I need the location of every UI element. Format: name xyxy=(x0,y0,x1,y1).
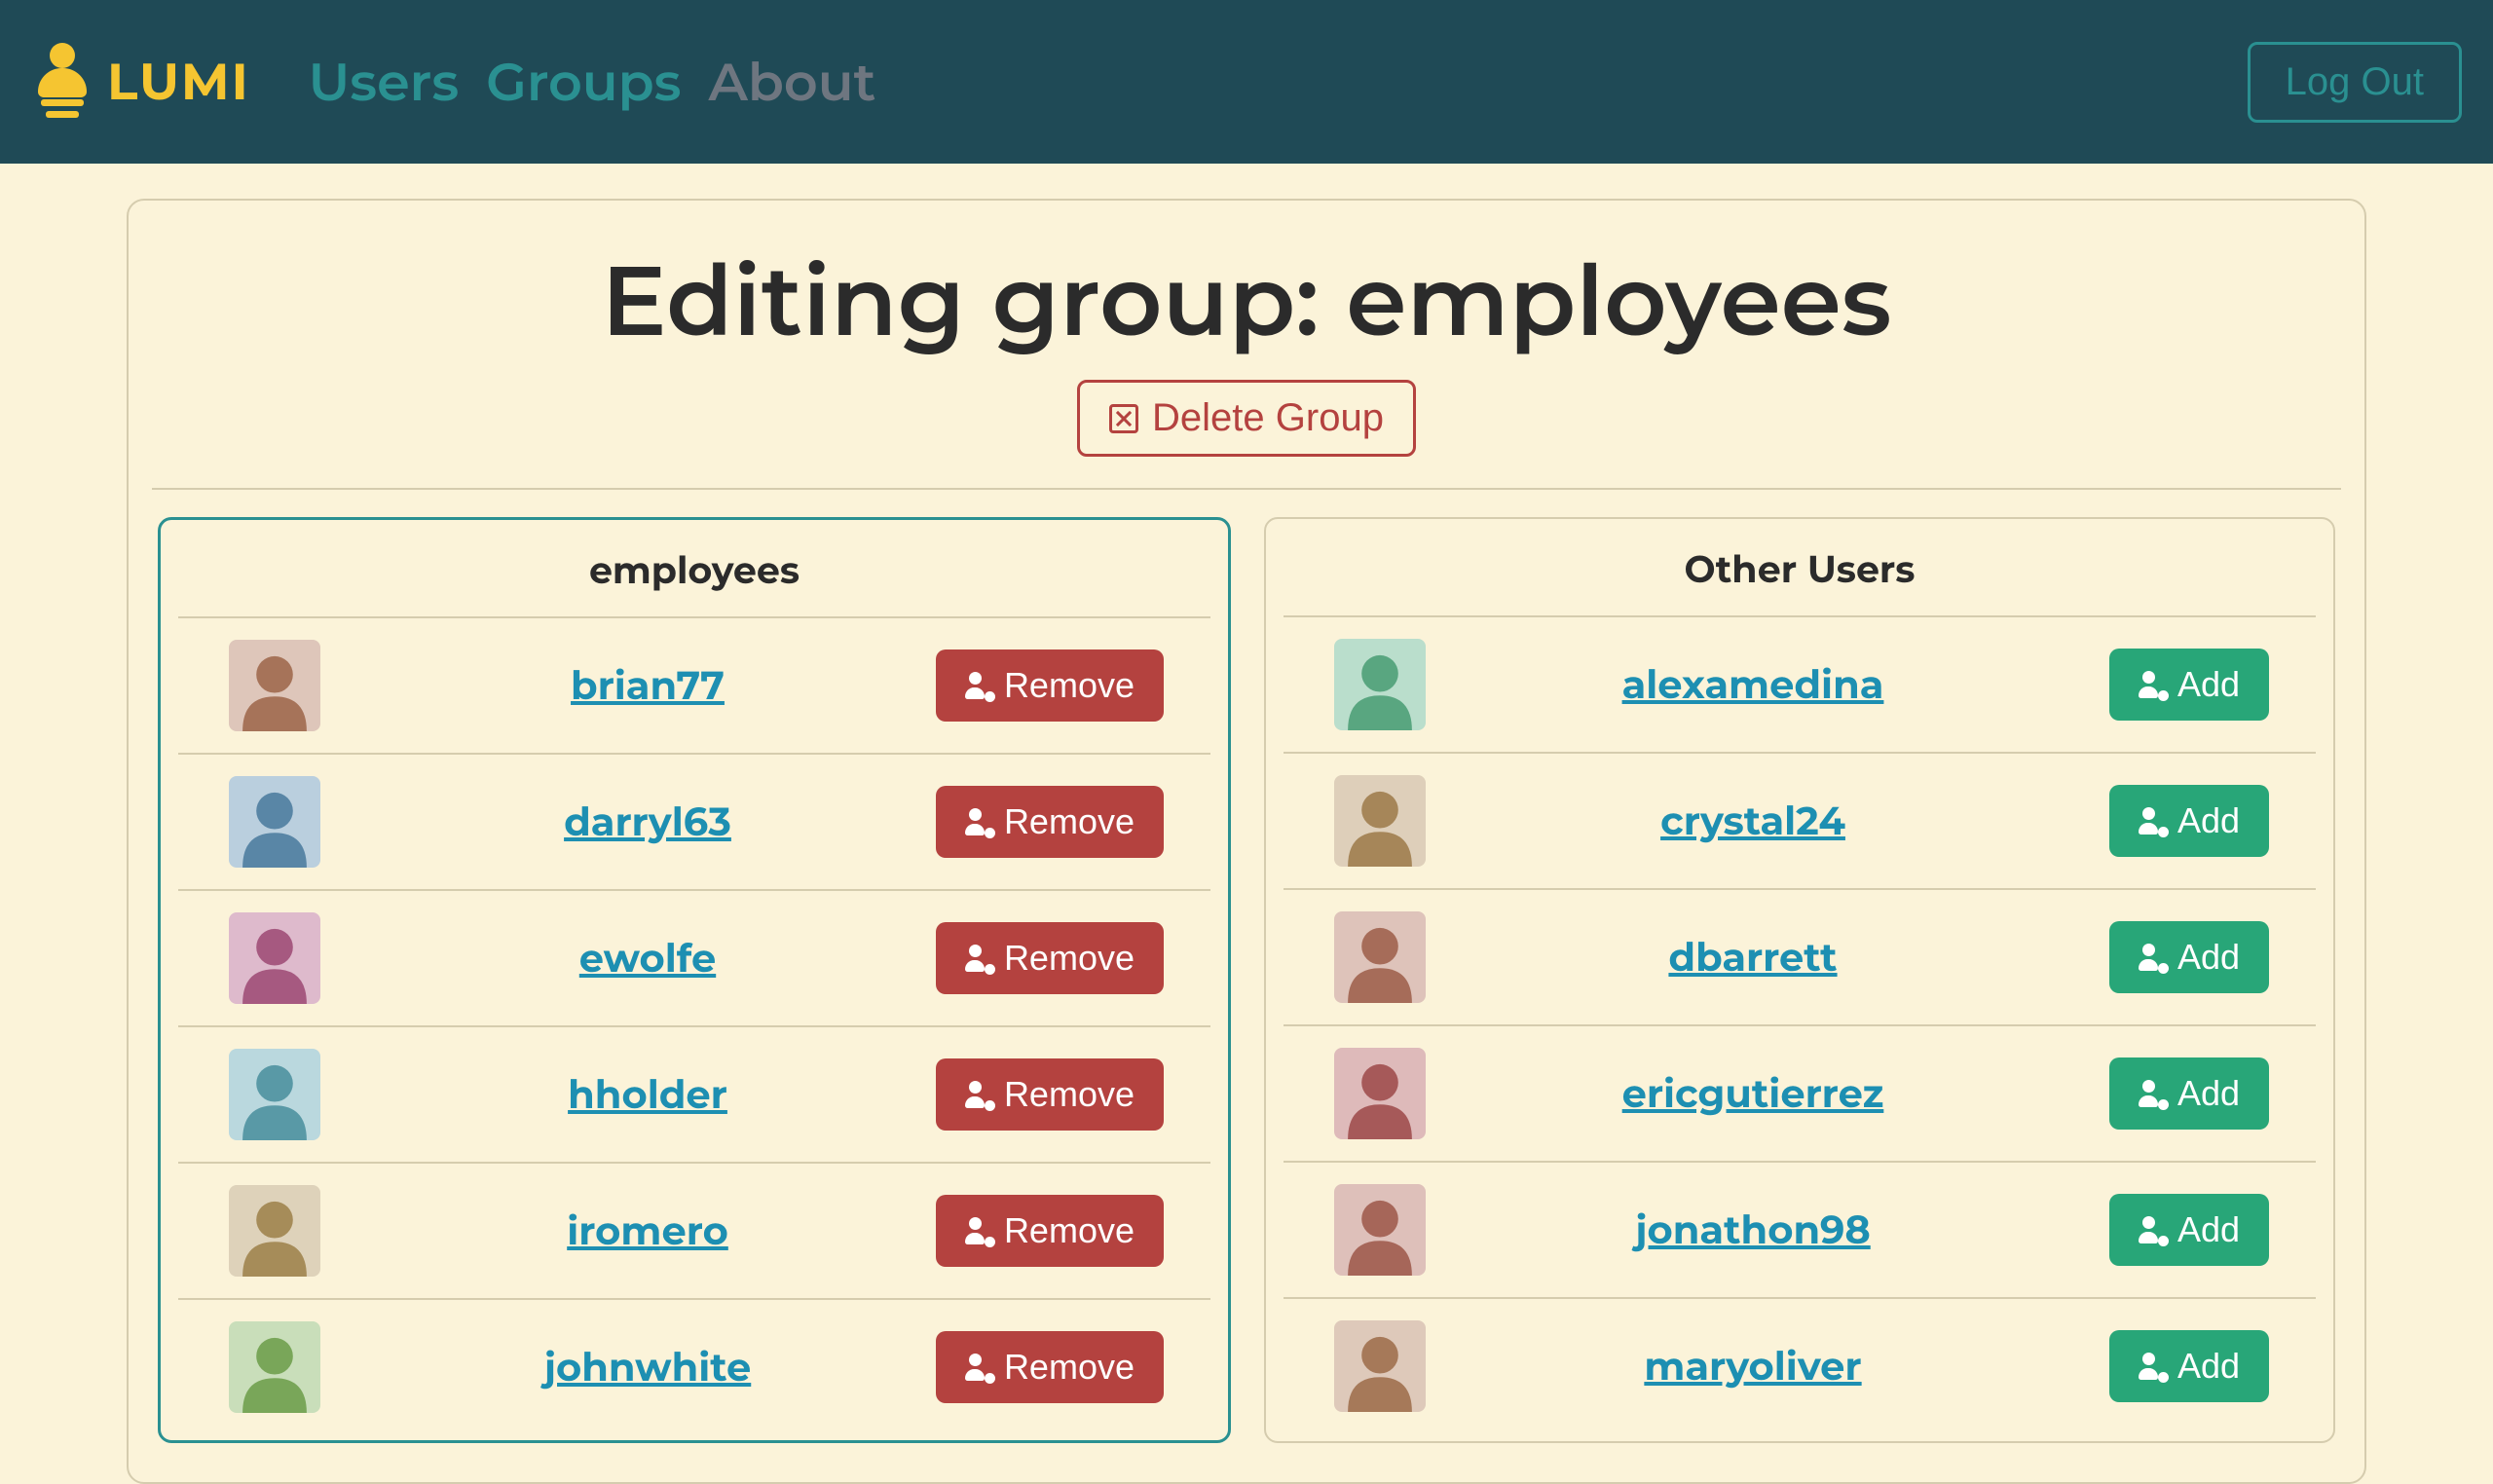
others-header: Other Users xyxy=(1284,546,2316,592)
user-row: iromero Remove xyxy=(178,1162,1210,1298)
username-link[interactable]: jonathon98 xyxy=(1490,1206,2016,1254)
username-link[interactable]: dbarrett xyxy=(1490,934,2016,982)
user-cog-icon xyxy=(2139,1080,2166,1107)
avatar[interactable] xyxy=(229,640,320,731)
user-cog-icon xyxy=(965,672,992,699)
username-link[interactable]: ericgutierrez xyxy=(1490,1070,2016,1118)
user-row: ewolfe Remove xyxy=(178,889,1210,1025)
add-user-button[interactable]: Add xyxy=(2109,1194,2269,1266)
add-user-button[interactable]: Add xyxy=(2109,785,2269,857)
others-panel: Other Users alexamedinaAddcrystal24Adddb… xyxy=(1264,517,2335,1443)
username-link[interactable]: iromero xyxy=(385,1207,911,1255)
username-link[interactable]: crystal24 xyxy=(1490,798,2016,845)
add-user-button[interactable]: Add xyxy=(2109,1057,2269,1130)
user-cog-icon xyxy=(965,945,992,972)
remove-user-button[interactable]: Remove xyxy=(936,1058,1164,1131)
user-row: brian77 Remove xyxy=(178,616,1210,753)
avatar[interactable] xyxy=(1334,911,1426,1003)
members-panel: employees brian77Removedarryl63Removeewo… xyxy=(158,517,1231,1443)
nav-links: Users Groups About xyxy=(309,50,2248,114)
brand[interactable]: LUMI xyxy=(31,43,250,121)
group-edit-card: Editing group: employees Delete Group em… xyxy=(127,199,2366,1484)
delete-group-label: Delete Group xyxy=(1152,396,1384,440)
user-cog-icon xyxy=(2139,807,2166,835)
user-cog-icon xyxy=(965,1217,992,1244)
avatar[interactable] xyxy=(229,912,320,1004)
add-label: Add xyxy=(2177,664,2240,705)
user-cog-icon xyxy=(2139,944,2166,971)
remove-user-button[interactable]: Remove xyxy=(936,922,1164,994)
navbar: LUMI Users Groups About Log Out xyxy=(0,0,2493,164)
nav-link-about[interactable]: About xyxy=(708,50,875,114)
username-link[interactable]: maryoliver xyxy=(1490,1343,2016,1391)
remove-label: Remove xyxy=(1004,1210,1135,1251)
nav-link-users[interactable]: Users xyxy=(309,50,460,114)
add-user-button[interactable]: Add xyxy=(2109,649,2269,721)
page-title: Editing group: employees xyxy=(140,241,2353,360)
avatar[interactable] xyxy=(1334,775,1426,867)
remove-label: Remove xyxy=(1004,1074,1135,1115)
user-row: maryoliver Add xyxy=(1284,1297,2316,1429)
page: Editing group: employees Delete Group em… xyxy=(0,164,2493,1484)
username-link[interactable]: darryl63 xyxy=(385,798,911,846)
others-list: alexamedinaAddcrystal24AdddbarrettAdderi… xyxy=(1284,615,2316,1429)
user-row: dbarrett Add xyxy=(1284,888,2316,1024)
avatar[interactable] xyxy=(229,1321,320,1413)
add-label: Add xyxy=(2177,800,2240,841)
remove-user-button[interactable]: Remove xyxy=(936,1331,1164,1403)
username-link[interactable]: ewolfe xyxy=(385,935,911,983)
panels: employees brian77Removedarryl63Removeewo… xyxy=(140,517,2353,1443)
logout-button[interactable]: Log Out xyxy=(2248,42,2462,123)
user-cog-icon xyxy=(965,808,992,835)
user-cog-icon xyxy=(2139,1216,2166,1243)
user-cog-icon xyxy=(965,1081,992,1108)
username-link[interactable]: brian77 xyxy=(385,662,911,710)
add-label: Add xyxy=(2177,1209,2240,1250)
username-link[interactable]: johnwhite xyxy=(385,1344,911,1391)
delete-group-button[interactable]: Delete Group xyxy=(1077,380,1416,457)
add-user-button[interactable]: Add xyxy=(2109,1330,2269,1402)
remove-user-button[interactable]: Remove xyxy=(936,1195,1164,1267)
avatar[interactable] xyxy=(229,1185,320,1277)
avatar[interactable] xyxy=(1334,1320,1426,1412)
remove-label: Remove xyxy=(1004,1347,1135,1388)
user-cog-icon xyxy=(2139,1353,2166,1380)
user-row: johnwhite Remove xyxy=(178,1298,1210,1430)
remove-user-button[interactable]: Remove xyxy=(936,786,1164,858)
avatar[interactable] xyxy=(229,1049,320,1140)
username-link[interactable]: hholder xyxy=(385,1071,911,1119)
remove-user-button[interactable]: Remove xyxy=(936,649,1164,722)
add-label: Add xyxy=(2177,1346,2240,1387)
avatar[interactable] xyxy=(1334,1184,1426,1276)
remove-label: Remove xyxy=(1004,801,1135,842)
user-row: crystal24 Add xyxy=(1284,752,2316,888)
avatar[interactable] xyxy=(229,776,320,868)
user-cog-icon xyxy=(2139,671,2166,698)
user-row: ericgutierrez Add xyxy=(1284,1024,2316,1161)
avatar[interactable] xyxy=(1334,1048,1426,1139)
add-label: Add xyxy=(2177,937,2240,978)
username-link[interactable]: alexamedina xyxy=(1490,661,2016,709)
avatar[interactable] xyxy=(1334,639,1426,730)
add-user-button[interactable]: Add xyxy=(2109,921,2269,993)
user-row: alexamedina Add xyxy=(1284,615,2316,752)
members-list: brian77Removedarryl63RemoveewolfeRemoveh… xyxy=(178,616,1210,1430)
user-row: jonathon98 Add xyxy=(1284,1161,2316,1297)
user-cog-icon xyxy=(965,1354,992,1381)
divider xyxy=(152,488,2341,490)
members-header: employees xyxy=(178,547,1210,593)
add-label: Add xyxy=(2177,1073,2240,1114)
brand-logo-icon xyxy=(31,43,93,121)
brand-name: LUMI xyxy=(107,52,250,113)
remove-label: Remove xyxy=(1004,665,1135,706)
page-title-group: employees xyxy=(1346,241,1891,360)
page-title-prefix: Editing group: xyxy=(602,241,1347,360)
user-row: hholder Remove xyxy=(178,1025,1210,1162)
remove-label: Remove xyxy=(1004,938,1135,979)
x-square-icon xyxy=(1109,404,1138,433)
nav-link-groups[interactable]: Groups xyxy=(486,50,681,114)
user-row: darryl63 Remove xyxy=(178,753,1210,889)
